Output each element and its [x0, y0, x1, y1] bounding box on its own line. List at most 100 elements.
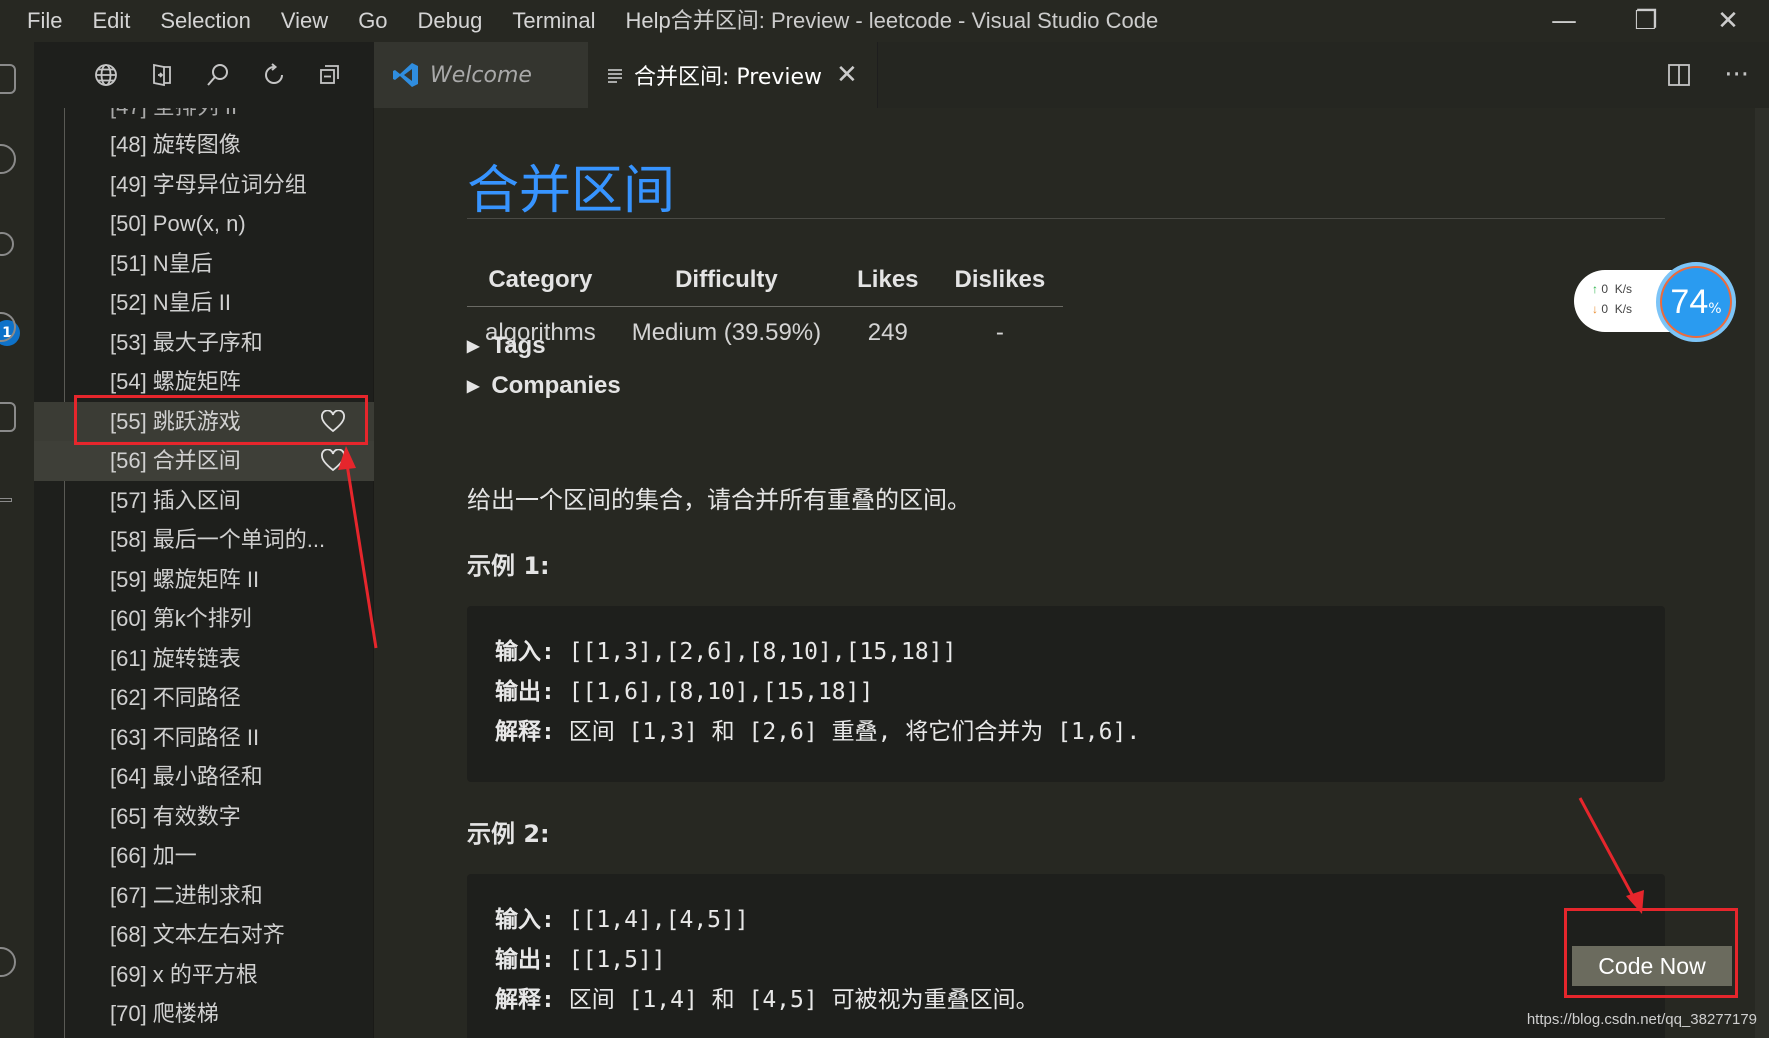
- problem-item[interactable]: [57] 插入区间: [34, 481, 374, 521]
- problem-item[interactable]: [62] 不同路径: [34, 678, 374, 718]
- problem-item[interactable]: [69] x 的平方根: [34, 955, 374, 995]
- menu-help[interactable]: Help: [611, 0, 686, 42]
- vscode-logo-icon: [393, 63, 418, 87]
- tab-preview[interactable]: 合并区间: Preview ✕: [588, 42, 878, 108]
- problem-item[interactable]: [52] N皇后 II: [34, 283, 374, 323]
- problem-item-hovered[interactable]: [55] 跳跃游戏: [34, 401, 374, 441]
- editor-tabs: Welcome 合并区间: Preview ✕ ···: [374, 42, 1769, 108]
- code-line: 解释: 区间 [1,3] 和 [2,6] 重叠, 将它们合并为 [1,6].: [495, 712, 1637, 752]
- code-value: [[1,6],[8,10],[15,18]]: [554, 679, 874, 705]
- problem-item[interactable]: [58] 最后一个单词的...: [34, 520, 374, 560]
- menu-edit[interactable]: Edit: [77, 0, 145, 42]
- tab-label: Welcome: [430, 62, 532, 88]
- example-2-code: 输入: [[1,4],[4,5]] 输出: [[1,5]] 解释: 区间 [1,…: [467, 874, 1665, 1038]
- problem-item[interactable]: [67] 二进制求和: [34, 876, 374, 916]
- menu-terminal[interactable]: Terminal: [497, 0, 610, 42]
- title-bar: File Edit Selection View Go Debug Termin…: [0, 0, 1769, 42]
- code-value: 区间 [1,3] 和 [2,6] 重叠, 将它们合并为 [1,6].: [554, 719, 1141, 745]
- leetcode-icon[interactable]: [0, 498, 12, 502]
- menu-go[interactable]: Go: [343, 0, 402, 42]
- close-tab-icon[interactable]: ✕: [836, 60, 858, 90]
- arrow-up-icon: ↑: [1592, 282, 1598, 296]
- problem-item[interactable]: [68] 文本左右对齐: [34, 915, 374, 955]
- problem-item-label: [55] 跳跃游戏: [110, 408, 241, 434]
- sign-in-icon[interactable]: [146, 59, 178, 91]
- table-cell: 249: [867, 319, 908, 346]
- source-control-icon[interactable]: [0, 232, 14, 256]
- problem-item[interactable]: [61] 旋转链表: [34, 639, 374, 679]
- code-label: 输入:: [495, 639, 555, 665]
- problem-item[interactable]: [70] 爬楼梯: [34, 994, 374, 1034]
- problem-item-selected[interactable]: [56] 合并区间: [34, 441, 374, 481]
- triangle-right-icon: ▶: [467, 378, 480, 395]
- heart-icon[interactable]: [320, 449, 346, 473]
- minimize-button[interactable]: —: [1523, 0, 1605, 42]
- problem-item[interactable]: [66] 加一: [34, 836, 374, 876]
- sidebar-toolbar: [34, 42, 374, 108]
- title-divider: [467, 218, 1665, 219]
- problem-item[interactable]: [65] 有效数字: [34, 797, 374, 837]
- search-activity-icon[interactable]: [0, 144, 16, 174]
- problem-item-label: [56] 合并区间: [110, 448, 241, 473]
- arrow-down-icon: ↓: [1592, 302, 1598, 316]
- menu-file[interactable]: File: [12, 0, 77, 42]
- code-line: 输出: [[1,5]]: [495, 940, 1637, 980]
- table-row: algorithms Medium (39.59%) 249 -: [467, 307, 1063, 360]
- more-actions-icon[interactable]: ···: [1724, 60, 1749, 90]
- split-editor-icon[interactable]: [1666, 62, 1692, 88]
- code-line: 解释: 区间 [1,4] 和 [4,5] 可被视为重叠区间。: [495, 980, 1637, 1020]
- problem-item[interactable]: [53] 最大子序和: [34, 323, 374, 363]
- code-value: [[1,4],[4,5]]: [554, 907, 749, 933]
- problem-description: 给出一个区间的集合，请合并所有重叠的区间。: [467, 486, 971, 514]
- problem-item[interactable]: [49] 字母异位词分组: [34, 165, 374, 205]
- table-cell: -: [995, 319, 1004, 346]
- problem-item[interactable]: [59] 螺旋矩阵 II: [34, 560, 374, 600]
- problem-item[interactable]: [63] 不同路径 II: [34, 718, 374, 758]
- collapse-all-icon[interactable]: [314, 59, 346, 91]
- tab-welcome[interactable]: Welcome: [374, 42, 588, 108]
- code-line: 输入: [[1,3],[2,6],[8,10],[15,18]]: [495, 632, 1637, 672]
- watermark: https://blog.csdn.net/qq_38277179: [1526, 1011, 1757, 1028]
- search-icon[interactable]: [202, 59, 234, 91]
- page-title: 合并区间: [467, 161, 676, 221]
- refresh-icon[interactable]: [258, 59, 290, 91]
- companies-label: Companies: [491, 372, 621, 399]
- problem-item[interactable]: [64] 最小路径和: [34, 757, 374, 797]
- restore-button[interactable]: ❐: [1605, 0, 1687, 42]
- menu-selection[interactable]: Selection: [145, 0, 266, 42]
- code-label: 输出:: [495, 679, 555, 705]
- upload-speed: ↑ 0 K/s: [1592, 282, 1633, 296]
- explorer-icon[interactable]: [0, 64, 16, 94]
- problem-item[interactable]: [50] Pow(x, n): [34, 204, 374, 244]
- tags-toggle[interactable]: ▶ Tags: [467, 332, 546, 360]
- problem-item[interactable]: [60] 第k个排列: [34, 599, 374, 639]
- heart-icon[interactable]: [320, 409, 346, 434]
- gear-icon[interactable]: [0, 947, 16, 977]
- usage-percent: 74: [1670, 282, 1709, 321]
- code-label: 解释:: [495, 987, 555, 1013]
- code-now-button[interactable]: Code Now: [1572, 946, 1732, 986]
- problem-item[interactable]: [54] 螺旋矩阵: [34, 362, 374, 402]
- problem-item[interactable]: [51] N皇后: [34, 244, 374, 284]
- table-header: Dislikes: [936, 256, 1064, 307]
- code-value: 区间 [1,4] 和 [4,5] 可被视为重叠区间。: [554, 987, 1039, 1013]
- example-1-heading: 示例 1:: [467, 552, 550, 580]
- table-cell: Medium (39.59%): [631, 319, 822, 346]
- code-line: 输出: [[1,6],[8,10],[15,18]]: [495, 672, 1637, 712]
- preview-content: 合并区间 Category Difficulty Likes Dislikes …: [374, 108, 1769, 1038]
- menu-bar: File Edit Selection View Go Debug Termin…: [0, 0, 686, 42]
- globe-icon[interactable]: [90, 59, 122, 91]
- problem-item[interactable]: [48] 旋转图像: [34, 125, 374, 165]
- companies-toggle[interactable]: ▶ Companies: [467, 372, 621, 400]
- menu-view[interactable]: View: [266, 0, 343, 42]
- table-header: Likes: [839, 256, 937, 307]
- menu-debug[interactable]: Debug: [403, 0, 498, 42]
- tab-label: 合并区间: Preview: [634, 65, 823, 90]
- memory-usage-circle[interactable]: 74%: [1656, 262, 1736, 342]
- scrollbar[interactable]: [1755, 108, 1769, 1038]
- sidebar: [47] 全排列 II [48] 旋转图像 [49] 字母异位词分组 [50] …: [34, 42, 374, 1038]
- code-value: [[1,3],[2,6],[8,10],[15,18]]: [554, 639, 957, 665]
- extensions-icon[interactable]: [0, 402, 16, 432]
- preview-lines-icon: [608, 69, 622, 83]
- close-window-button[interactable]: ✕: [1687, 0, 1769, 42]
